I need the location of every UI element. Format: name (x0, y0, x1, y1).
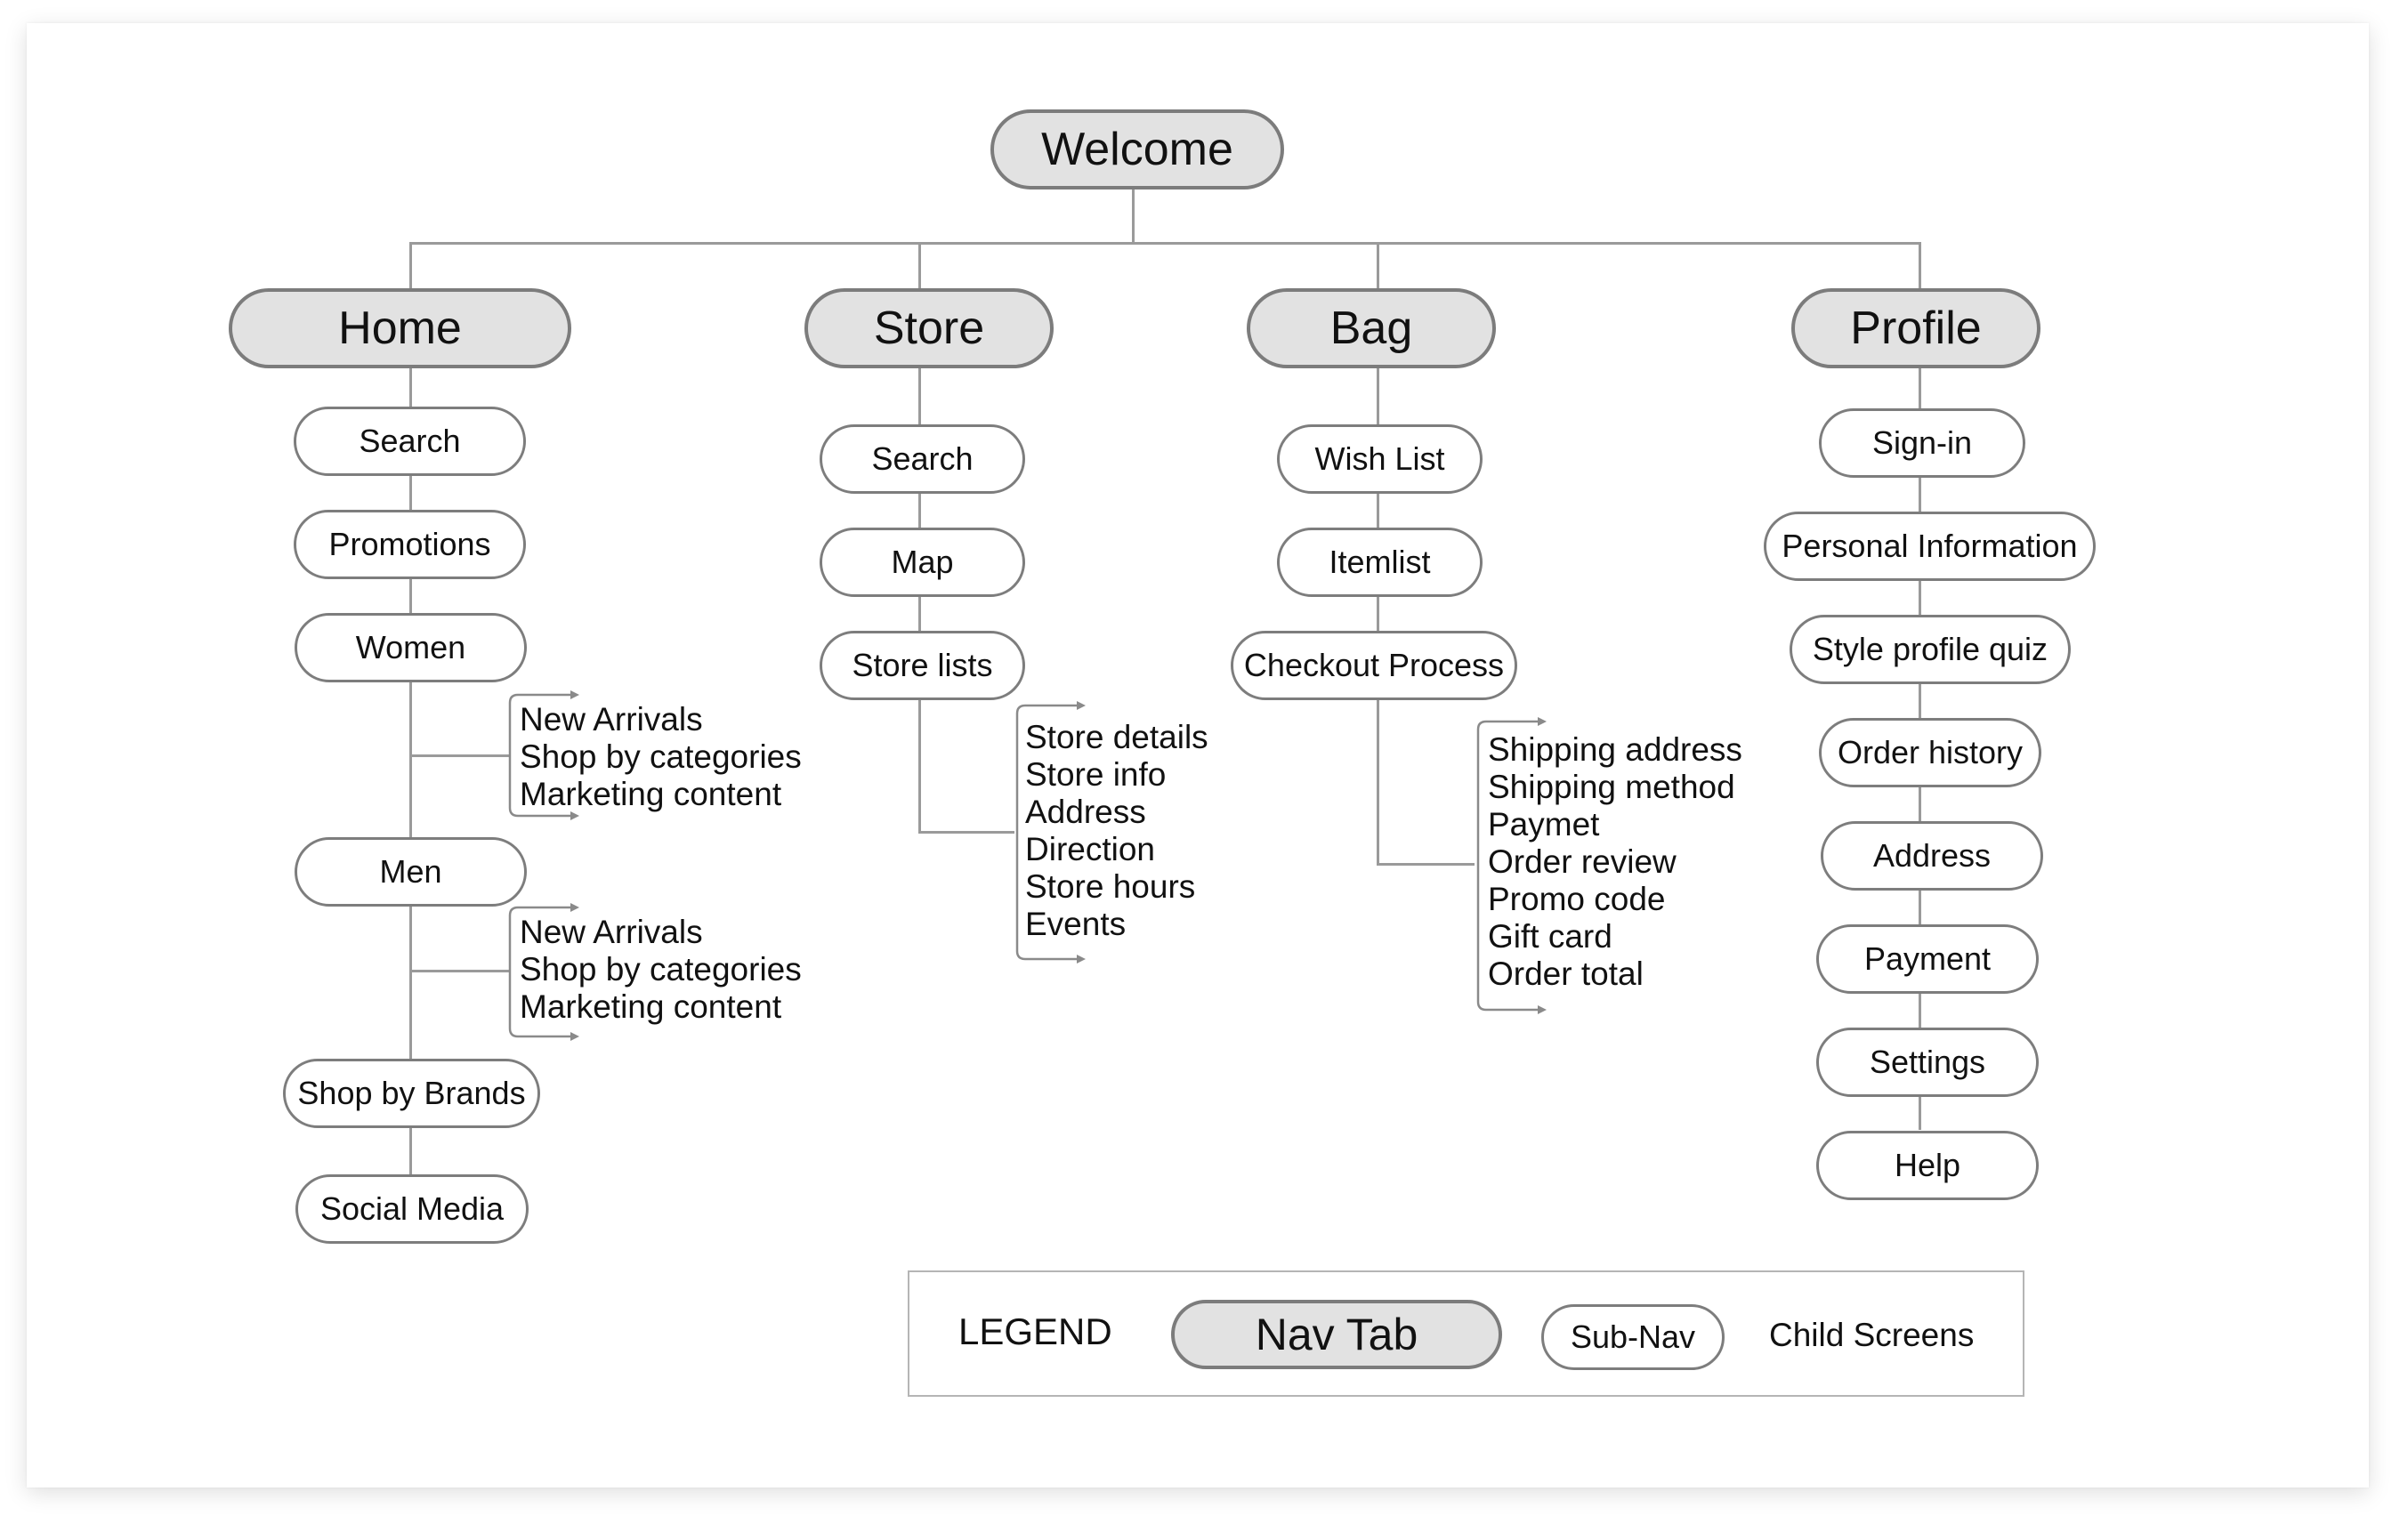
subnav-label: Address (1872, 837, 1992, 874)
subnav-label: Map (891, 544, 954, 580)
subnav-label: Promotions (328, 526, 491, 562)
legend-child-screens: Child Screens (1769, 1317, 1975, 1353)
child-screens-checkout-process: Shipping address Shipping method Paymet … (1488, 731, 1742, 993)
nav-tab-store: Store (804, 288, 1054, 368)
legend-subnav-label: Sub-Nav (1570, 1318, 1696, 1355)
subnav-home-shop-by-brands: Shop by Brands (283, 1059, 540, 1128)
nav-tab-profile: Profile (1791, 288, 2040, 368)
child-screen-item: Shop by categories (520, 738, 802, 775)
child-screen-item: New Arrivals (520, 701, 703, 738)
arrowhead-store-top (1077, 701, 1086, 710)
child-screen-item: Store info (1025, 756, 1167, 793)
child-screen-item: Gift card (1488, 918, 1612, 955)
subnav-bag-wish-list: Wish List (1277, 424, 1483, 494)
subnav-label: Settings (1869, 1044, 1986, 1080)
subnav-home-promotions: Promotions (294, 510, 526, 579)
nav-tab-profile-label: Profile (1850, 302, 1982, 354)
nav-tab-bag: Bag (1247, 288, 1496, 368)
child-screen-item: Shipping address (1488, 731, 1742, 768)
child-screen-item: Paymet (1488, 806, 1600, 843)
subnav-home-search: Search (294, 407, 526, 476)
child-screen-item: Promo code (1488, 881, 1666, 917)
subnav-profile-sign-in: Sign-in (1819, 408, 2025, 478)
subnav-bag-itemlist: Itemlist (1277, 528, 1483, 597)
child-screen-item: Events (1025, 906, 1127, 942)
subnav-label: Payment (1863, 940, 1992, 977)
subnav-label: Itemlist (1329, 544, 1431, 580)
child-screens-store-lists: Store details Store info Address Directi… (1025, 719, 1208, 943)
subnav-label: Search (871, 440, 974, 477)
subnav-label: Search (359, 423, 461, 459)
child-screen-item: Shop by categories (520, 951, 802, 988)
subnav-label: Style profile quiz (1812, 631, 2048, 667)
sitemap-diagram: Welcome Home Store Bag Profile Search Pr… (0, 0, 2408, 1532)
child-screen-item: Shipping method (1488, 769, 1735, 805)
subnav-profile-personal-information: Personal Information (1764, 512, 2096, 581)
nav-tab-home-label: Home (338, 302, 462, 354)
subnav-profile-help: Help (1816, 1131, 2039, 1200)
child-screens-home-women: New Arrivals Shop by categories Marketin… (520, 701, 802, 813)
welcome-label: Welcome (1041, 124, 1233, 175)
nav-tab-bag-label: Bag (1329, 302, 1413, 354)
child-screen-item: Order total (1488, 955, 1644, 992)
subnav-store-map: Map (820, 528, 1025, 597)
subnav-profile-order-history: Order history (1819, 718, 2041, 787)
subnav-store-search: Search (820, 424, 1025, 494)
arrowhead-checkout-bottom (1538, 1005, 1547, 1014)
welcome-node: Welcome (990, 109, 1284, 189)
child-screen-item: Marketing content (520, 988, 782, 1025)
subnav-label: Checkout Process (1243, 647, 1505, 683)
child-screen-item: Direction (1025, 831, 1155, 867)
subnav-home-women: Women (295, 613, 527, 682)
subnav-label: Men (379, 853, 442, 890)
legend-nav-tab-sample: Nav Tab (1171, 1300, 1502, 1369)
child-screen-item: Order review (1488, 843, 1677, 880)
subnav-profile-address: Address (1821, 821, 2043, 891)
child-screen-item: Store hours (1025, 868, 1196, 905)
subnav-label: Store lists (852, 647, 993, 683)
arrowhead-store-bottom (1077, 955, 1086, 964)
arrowhead-home-men-bottom (570, 1032, 579, 1041)
subnav-profile-style-quiz: Style profile quiz (1790, 615, 2071, 684)
arrowhead-home-women-top (570, 690, 579, 699)
subnav-label: Help (1894, 1147, 1961, 1183)
arrowhead-checkout-top (1538, 717, 1547, 726)
subnav-home-social-media: Social Media (295, 1174, 529, 1244)
subnav-profile-payment: Payment (1816, 924, 2039, 994)
child-screens-home-men: New Arrivals Shop by categories Marketin… (520, 914, 802, 1026)
legend-nav-tab-label: Nav Tab (1255, 1310, 1418, 1359)
child-screen-item: Address (1025, 794, 1146, 830)
subnav-label: Sign-in (1871, 424, 1973, 461)
legend-subnav-sample: Sub-Nav (1541, 1304, 1725, 1370)
subnav-store-lists: Store lists (820, 631, 1025, 700)
subnav-label: Wish List (1314, 440, 1445, 477)
subnav-bag-checkout-process: Checkout Process (1231, 631, 1517, 700)
subnav-label: Personal Information (1782, 528, 2078, 564)
subnav-label: Shop by Brands (297, 1075, 526, 1111)
subnav-label: Women (355, 629, 466, 665)
arrowhead-home-men-top (570, 903, 579, 912)
subnav-home-men: Men (295, 837, 527, 907)
child-screen-item: Marketing content (520, 776, 782, 812)
legend-title: LEGEND (958, 1310, 1112, 1352)
child-screen-item: Store details (1025, 719, 1208, 755)
subnav-profile-settings: Settings (1816, 1028, 2039, 1097)
nav-tab-home: Home (229, 288, 571, 368)
nav-tab-store-label: Store (873, 302, 985, 354)
subnav-label: Social Media (319, 1190, 505, 1227)
subnav-label: Order history (1837, 734, 2024, 770)
child-screen-item: New Arrivals (520, 914, 703, 950)
